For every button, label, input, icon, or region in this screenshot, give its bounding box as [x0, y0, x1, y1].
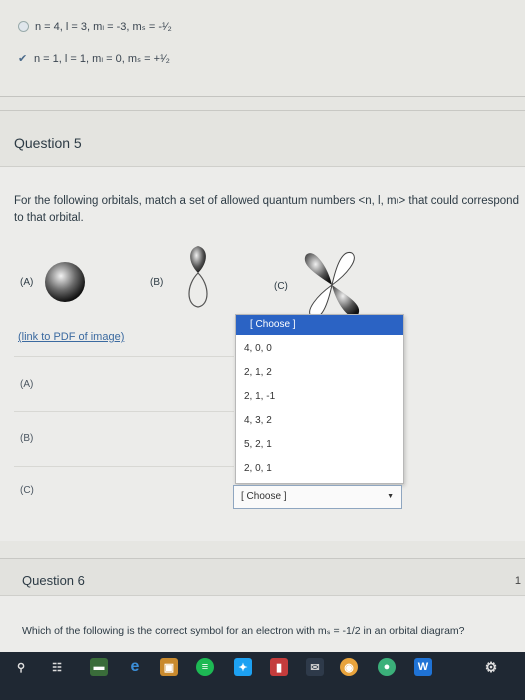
match-row-b-label: (B)	[20, 433, 34, 444]
mail-icon[interactable]: ✉	[306, 658, 324, 676]
dropdown-option-choose[interactable]: [ Choose ]	[236, 315, 403, 335]
checkmark-icon: ✔	[18, 53, 28, 65]
option-label: [ Choose ]	[250, 319, 296, 330]
divider	[14, 411, 234, 412]
question-header: Question 6 1	[0, 559, 525, 596]
question-prompt: For the following orbitals, match a set …	[14, 195, 519, 224]
app-green-icon[interactable]: ●	[378, 658, 396, 676]
p-orbital	[188, 246, 208, 308]
divider	[14, 356, 234, 357]
previous-question-answers: n = 4, l = 3, mₗ = -3, mₛ = -¹⁄₂ ✔ n = 1…	[0, 0, 525, 97]
answer-select-c[interactable]: [ Choose ] ▼	[233, 485, 402, 509]
screen: n = 4, l = 3, mₗ = -3, mₛ = -¹⁄₂ ✔ n = 1…	[0, 0, 525, 700]
radio-unselected-icon[interactable]	[18, 21, 29, 32]
select-value: [ Choose ]	[241, 491, 287, 502]
question-points: 1	[514, 575, 521, 587]
chevron-down-icon: ▼	[387, 493, 394, 500]
dropdown-option[interactable]: 4, 0, 0	[244, 343, 272, 354]
taskbar	[0, 652, 525, 700]
dropdown-option[interactable]: 2, 1, -1	[244, 391, 275, 402]
dropdown-option[interactable]: 4, 3, 2	[244, 415, 272, 426]
answer-option-1[interactable]: n = 4, l = 3, mₗ = -3, mₛ = -¹⁄₂	[18, 20, 172, 33]
word-icon[interactable]: W	[414, 658, 432, 676]
pdf-link[interactable]: (link to PDF of image)	[18, 331, 124, 343]
spotify-icon[interactable]: ≡	[196, 658, 214, 676]
twitter-icon[interactable]: ✦	[234, 658, 252, 676]
store-icon[interactable]: ▣	[160, 658, 178, 676]
match-row-a-label: (A)	[20, 379, 34, 390]
question-prompt: Which of the following is the correct sy…	[22, 625, 465, 637]
question-title: Question 5	[14, 135, 82, 151]
search-icon[interactable]: ⚲	[12, 658, 30, 676]
question-title: Question 6	[22, 573, 85, 588]
divider	[14, 466, 234, 467]
task-view-icon[interactable]: ☷	[48, 658, 66, 676]
dropdown-option[interactable]: 5, 2, 1	[244, 439, 272, 450]
answer-text: n = 4, l = 3, mₗ = -3, mₛ = -¹⁄₂	[35, 21, 172, 33]
d-orbital	[304, 251, 360, 319]
dropdown-option[interactable]: 2, 1, 2	[244, 367, 272, 378]
answer-text: n = 1, l = 1, mₗ = 0, mₛ = +¹⁄₂	[34, 53, 170, 65]
dropdown-option[interactable]: 2, 0, 1	[244, 463, 272, 474]
match-row-c-label: (C)	[20, 485, 34, 496]
settings-icon[interactable]: ⚙	[482, 658, 500, 676]
question-header: Question 5	[0, 111, 525, 167]
answer-option-2[interactable]: ✔ n = 1, l = 1, mₗ = 0, mₛ = +¹⁄₂	[18, 52, 170, 65]
edge-icon[interactable]: e	[126, 658, 144, 676]
chrome-icon[interactable]: ◉	[340, 658, 358, 676]
file-explorer-icon[interactable]: ▬	[90, 658, 108, 676]
app-red-icon[interactable]: ▮	[270, 658, 288, 676]
dropdown-options-list: [ Choose ] 4, 0, 0 2, 1, 2 2, 1, -1 4, 3…	[235, 314, 404, 484]
s-orbital-sphere	[45, 262, 85, 302]
